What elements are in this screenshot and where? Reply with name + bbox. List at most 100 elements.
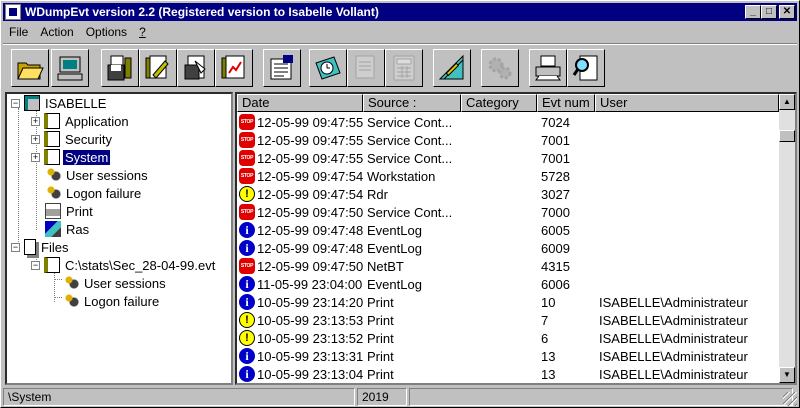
tree-item-label: Print	[66, 203, 93, 219]
properties-icon	[270, 55, 293, 80]
info-icon: i	[239, 276, 255, 292]
tree-item-logon-failure[interactable]: Logon failure	[45, 184, 143, 202]
chart-log-button[interactable]	[215, 49, 253, 87]
scroll-down-button[interactable]: ▼	[779, 367, 795, 383]
schedule-icon	[315, 56, 341, 80]
tree-item-file[interactable]: − C:\stats\Sec_28-04-99.evt	[31, 256, 217, 274]
table-row[interactable]: ! 12-05-99 09:47:54 Rdr 3027	[237, 185, 777, 203]
tree-item-application[interactable]: + Application	[31, 112, 131, 130]
status-bar: \System 2019	[3, 388, 797, 406]
table-row[interactable]: STOP 12-05-99 09:47:55 Service Cont... 7024	[237, 113, 777, 131]
menu-options[interactable]: Options	[80, 25, 133, 39]
log-book-icon	[44, 131, 60, 147]
cell-evt-num: 13	[541, 348, 556, 364]
cell-date: ! 10-05-99 23:13:52	[237, 330, 363, 346]
cell-evt-num: 6009	[541, 240, 570, 256]
clear-log-button[interactable]	[177, 49, 215, 87]
tree-item-file-logon-failure[interactable]: Logon failure	[63, 292, 161, 310]
calculator-button[interactable]	[385, 49, 423, 87]
resize-grip[interactable]	[783, 392, 797, 406]
table-row[interactable]: STOP 12-05-99 09:47:55 Service Cont... 7001	[237, 131, 777, 149]
properties-button[interactable]	[263, 49, 301, 87]
collapse-icon[interactable]: −	[31, 260, 40, 270]
tree-item-user-sessions[interactable]: User sessions	[45, 166, 150, 184]
table-row[interactable]: STOP 12-05-99 09:47:50 Service Cont... 7000	[237, 203, 777, 221]
report-button[interactable]	[347, 49, 385, 87]
tree-item-files[interactable]: − Files	[11, 238, 70, 256]
cell-date: i10-05-99 09:09:53	[237, 384, 363, 385]
open-button[interactable]	[11, 49, 49, 87]
table-row[interactable]: i 10-05-99 23:13:04 Print 13 ISABELLE\Admini…	[237, 365, 777, 383]
close-button[interactable]: ✕	[779, 5, 795, 19]
collapse-icon[interactable]: −	[11, 242, 20, 252]
collapse-icon[interactable]: −	[11, 98, 20, 108]
tree-item-label: Logon failure	[84, 293, 160, 309]
tree-item-system[interactable]: + System	[31, 148, 112, 166]
print-button[interactable]	[529, 49, 567, 87]
cell-source: Print	[367, 294, 394, 310]
computer-button[interactable]	[51, 49, 89, 87]
tree-item-ras[interactable]: Ras	[45, 220, 91, 238]
users-icon	[63, 275, 79, 291]
tree-item-file-user-sessions[interactable]: User sessions	[63, 274, 168, 292]
cell-date: i 10-05-99 23:13:04	[237, 366, 363, 382]
column-header-date[interactable]: Date	[237, 94, 363, 112]
table-row[interactable]: i 12-05-99 09:47:48 EventLog 6009	[237, 239, 777, 257]
tree-view[interactable]: − ISABELLE + Application + Security + Sy…	[5, 92, 233, 385]
column-header-category[interactable]: Category	[461, 94, 537, 112]
cell-evt-num: 13	[541, 366, 556, 382]
status-path: \System	[3, 388, 355, 406]
report-icon	[355, 55, 375, 79]
vertical-scrollbar[interactable]: ▲ ▼	[779, 94, 795, 383]
column-header-user[interactable]: User	[595, 94, 779, 112]
table-row[interactable]: ! 10-05-99 23:13:52 Print 6 ISABELLE\Adminis…	[237, 329, 777, 347]
date-text: 10-05-99 23:13:04	[257, 366, 364, 382]
menu-bar: File Action Options ?	[3, 23, 152, 41]
tree-item-label: C:\stats\Sec_28-04-99.evt	[65, 257, 216, 273]
scroll-thumb[interactable]	[779, 130, 795, 142]
expand-icon[interactable]: +	[31, 134, 40, 144]
column-header-evt-num[interactable]: Evt num	[537, 94, 595, 112]
stop-icon: STOP	[239, 204, 255, 220]
table-row[interactable]: STOP 12-05-99 09:47:54 Workstation 5728	[237, 167, 777, 185]
menu-action[interactable]: Action	[34, 25, 79, 39]
tree-item-security[interactable]: + Security	[31, 130, 114, 148]
table-row[interactable]: i 10-05-99 23:13:31 Print 13 ISABELLE\Admini…	[237, 347, 777, 365]
cell-evt-num: 6006	[541, 276, 570, 292]
save-log-button[interactable]	[101, 49, 139, 87]
menu-file[interactable]: File	[3, 25, 34, 39]
expand-icon[interactable]: +	[31, 152, 40, 162]
cell-date: i 10-05-99 23:13:31	[237, 348, 363, 364]
table-row[interactable]: STOP 12-05-99 09:47:50 NetBT 4315	[237, 257, 777, 275]
tree-root[interactable]: − ISABELLE	[11, 94, 108, 112]
scroll-up-button[interactable]: ▲	[779, 94, 795, 110]
table-row[interactable]: ! 10-05-99 23:13:53 Print 7 ISABELLE\Adminis…	[237, 311, 777, 329]
table-row[interactable]: i 11-05-99 23:04:00 EventLog 6006	[237, 275, 777, 293]
tree-item-print[interactable]: Print	[45, 202, 95, 220]
menu-help[interactable]: ?	[133, 25, 152, 39]
table-row[interactable]: i 10-05-99 23:14:20 Print 10 ISABELLE\Admini…	[237, 293, 777, 311]
window-title: WDumpEvt version 2.2 (Registered version…	[25, 5, 379, 19]
edit-log-button[interactable]	[139, 49, 177, 87]
toolbar	[3, 43, 797, 91]
date-text: 12-05-99 09:47:55	[257, 150, 364, 166]
maximize-button[interactable]: □	[761, 5, 777, 19]
schedule-button[interactable]	[309, 49, 347, 87]
event-list[interactable]: Date Source : Category Evt num User STOP…	[235, 92, 797, 385]
minimize-button[interactable]: _	[745, 5, 761, 19]
column-header-source[interactable]: Source :	[363, 94, 461, 112]
expand-icon[interactable]: +	[31, 116, 40, 126]
info-icon: i	[239, 240, 255, 256]
table-row[interactable]: i 12-05-99 09:47:48 EventLog 6005	[237, 221, 777, 239]
cell-source: EventLog	[367, 240, 422, 256]
info-icon: i	[239, 348, 255, 364]
settings-button[interactable]	[481, 49, 519, 87]
tree-item-label: Files	[41, 239, 69, 255]
table-row[interactable]: i10-05-99 09:09:53Print 13ISABELLE\Admini…	[237, 383, 777, 385]
preview-button[interactable]	[567, 49, 605, 87]
ruler-button[interactable]	[433, 49, 471, 87]
cell-source: EventLog	[367, 276, 422, 292]
title-bar[interactable]: WDumpEvt version 2.2 (Registered version…	[3, 3, 797, 21]
app-icon[interactable]	[5, 4, 21, 20]
table-row[interactable]: STOP 12-05-99 09:47:55 Service Cont... 7001	[237, 149, 777, 167]
